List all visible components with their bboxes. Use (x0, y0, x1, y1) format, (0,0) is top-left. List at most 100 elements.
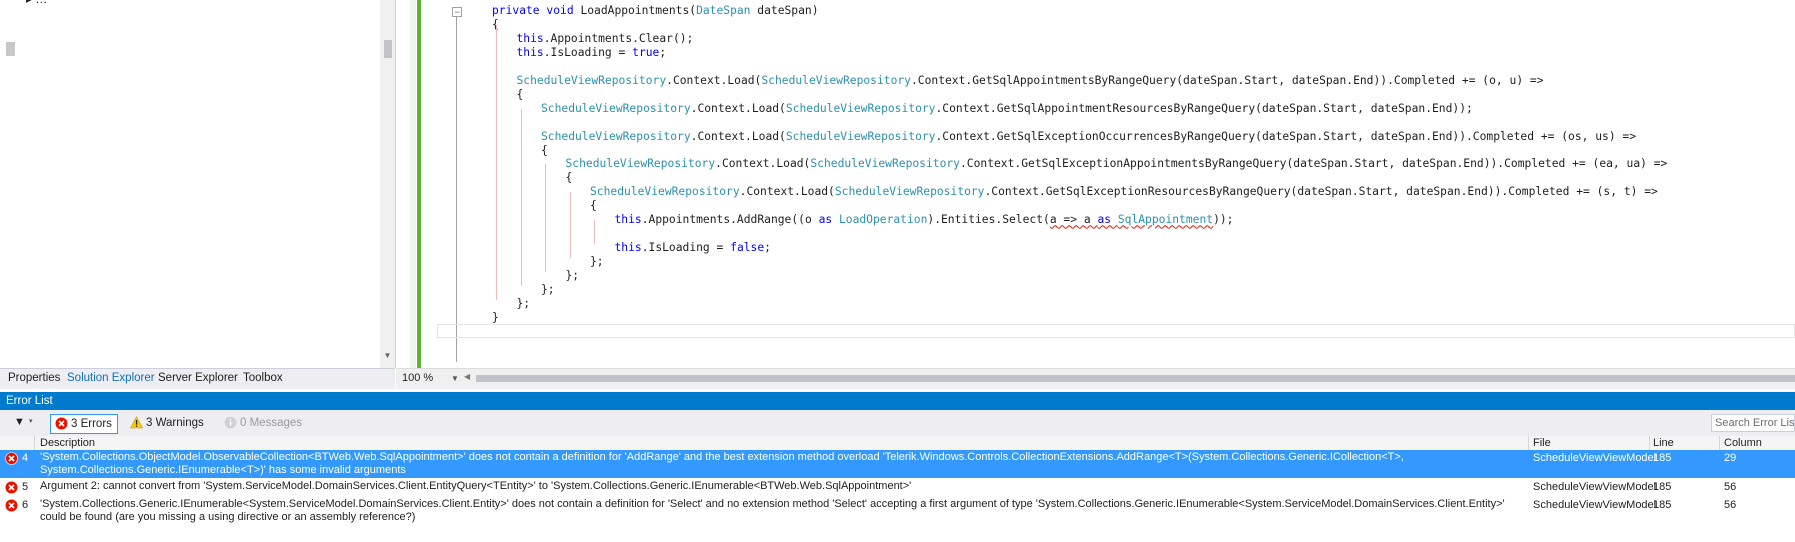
error-squiggle-token: SqlAppointment (1117, 213, 1214, 227)
error-line: 185 (1653, 452, 1672, 464)
code-token: ScheduleViewRepository (810, 157, 960, 171)
search-error-list-input[interactable]: Search Error List (1711, 414, 1795, 432)
code-token: ; (659, 45, 667, 59)
code-token: .Context.Load( (715, 157, 811, 171)
warnings-count-label: 3 Warnings (146, 417, 204, 429)
column-separator[interactable] (1649, 436, 1650, 450)
code-line[interactable]: { (517, 87, 524, 103)
code-token: false (730, 241, 765, 255)
error-list-title: Error List (6, 395, 53, 407)
tool-window-tabs: Properties Solution Explorer Server Expl… (0, 368, 395, 389)
tab-properties[interactable]: Properties (8, 372, 60, 384)
error-icon (5, 499, 18, 512)
error-list-titlebar[interactable]: Error List (0, 392, 1795, 410)
code-token: { (516, 87, 524, 101)
code-line[interactable]: this.Appointments.AddRange((o as LoadOpe… (615, 212, 1234, 228)
code-token: ScheduleViewRepository (761, 73, 911, 87)
code-line[interactable]: }; (566, 268, 580, 284)
code-token: this (614, 213, 642, 227)
solution-tree[interactable]: ▸ … (0, 0, 380, 368)
code-token: }; (516, 296, 531, 310)
code-token: .Appointments.Clear(); (543, 31, 694, 45)
code-text-area[interactable]: private void LoadAppointments(DateSpan d… (436, 0, 1795, 368)
code-line[interactable]: ScheduleViewRepository.Context.Load(Sche… (517, 73, 1544, 89)
warnings-toggle-button[interactable]: 3 Warnings (126, 414, 208, 432)
tab-solution-explorer[interactable]: Solution Explorer (67, 372, 155, 384)
code-line[interactable]: }; (590, 254, 604, 270)
zoom-dropdown[interactable]: 100 % ▼ (398, 371, 459, 386)
code-token: .Context.Load( (739, 185, 835, 199)
column-separator[interactable] (1719, 436, 1720, 450)
column-header-line[interactable]: Line (1653, 436, 1674, 450)
error-column: 29 (1724, 452, 1737, 464)
editor-horizontal-bar: 100 % ▼ ◀ (396, 368, 1795, 389)
code-token: .Context.GetSqlAppointmentsByRangeQuery(… (911, 73, 1544, 87)
code-line[interactable]: }; (517, 296, 531, 312)
chevron-down-icon: ▾ (29, 418, 33, 425)
column-header-file[interactable]: File (1533, 436, 1551, 450)
code-token: private (492, 4, 547, 17)
code-token: ScheduleViewRepository (590, 185, 740, 199)
code-token: this (516, 31, 544, 45)
errors-toggle-button[interactable]: 3 Errors (50, 414, 118, 434)
solution-tree-scrollbar[interactable]: ▼ (380, 0, 395, 368)
code-token: ScheduleViewRepository (541, 129, 691, 143)
error-list-window: Error List ▼ ▾ 3 Errors 3 Warnings 0 Mes… (0, 392, 1795, 542)
scrollbar-thumb[interactable] (384, 40, 392, 58)
code-line[interactable]: }; (541, 282, 555, 298)
scroll-left-arrow-icon[interactable]: ◀ (464, 372, 470, 381)
errors-count-label: 3 Errors (71, 418, 112, 430)
warning-icon (130, 416, 143, 429)
code-token: this (516, 45, 544, 59)
scroll-down-arrow-icon[interactable]: ▼ (382, 350, 393, 361)
column-separator[interactable] (34, 436, 35, 450)
tab-server-explorer[interactable]: Server Explorer (158, 372, 238, 384)
indent-guide (569, 192, 571, 259)
indent-guide (496, 24, 497, 300)
current-line-highlight (437, 324, 1795, 338)
code-line[interactable]: ScheduleViewRepository.Context.Load(Sche… (590, 184, 1658, 200)
error-number: 5 (22, 481, 29, 493)
error-row[interactable]: 4 'System.Collections.ObjectModel.Observ… (0, 450, 1795, 478)
code-line[interactable]: this.IsLoading = false; (615, 240, 771, 256)
error-line: 185 (1653, 499, 1672, 511)
code-token: DateSpan (696, 4, 751, 17)
code-token: ScheduleViewRepository (785, 101, 936, 115)
code-token: ScheduleViewRepository (541, 101, 691, 115)
error-row[interactable]: 6 'System.Collections.Generic.IEnumerabl… (0, 497, 1795, 525)
code-line[interactable]: ScheduleViewRepository.Context.Load(Sche… (541, 129, 1636, 145)
code-token: }; (565, 269, 580, 283)
code-line[interactable]: this.IsLoading = true; (517, 45, 667, 61)
indent-guide (520, 108, 522, 286)
code-editor[interactable]: − private void LoadAppointments(DateSpan… (396, 0, 1795, 389)
column-header-column[interactable]: Column (1724, 436, 1762, 450)
filter-button[interactable]: ▼ ▾ (12, 416, 38, 430)
horizontal-scrollbar-thumb[interactable] (476, 375, 1795, 382)
code-line[interactable]: ScheduleViewRepository.Context.Load(Sche… (566, 156, 1668, 172)
messages-toggle-button[interactable]: 0 Messages (220, 414, 304, 432)
tree-item-partial[interactable]: ▸ … (26, 0, 47, 6)
info-icon (224, 416, 237, 429)
solution-explorer-panel: ▸ … ▼ Properties Solution Explorer Serve… (0, 0, 396, 389)
error-description: 'System.Collections.Generic.IEnumerable<… (40, 498, 1505, 523)
code-line[interactable]: { (566, 170, 573, 186)
error-icon (55, 417, 68, 430)
error-description: Argument 2: cannot convert from 'System.… (40, 480, 912, 492)
error-column: 56 (1724, 499, 1737, 511)
column-header-description[interactable]: Description (40, 436, 95, 450)
code-line[interactable]: { (590, 198, 597, 214)
code-line[interactable]: private void LoadAppointments(DateSpan d… (492, 3, 819, 19)
code-token: .Context.GetSqlAppointmentResourcesByRan… (935, 101, 1473, 115)
error-icon (5, 452, 18, 465)
code-token: )); (1213, 213, 1234, 227)
code-token: { (590, 199, 597, 213)
column-separator[interactable] (1528, 436, 1529, 450)
code-token: .Context.Load( (690, 129, 786, 143)
code-token: }; (590, 255, 604, 269)
tab-toolbox[interactable]: Toolbox (243, 372, 283, 384)
filter-icon: ▼ (14, 416, 25, 428)
error-row[interactable]: 5 Argument 2: cannot convert from 'Syste… (0, 479, 1795, 496)
code-line[interactable]: { (541, 143, 548, 159)
code-token: ; (764, 241, 771, 255)
code-line[interactable]: ScheduleViewRepository.Context.Load(Sche… (541, 101, 1473, 117)
